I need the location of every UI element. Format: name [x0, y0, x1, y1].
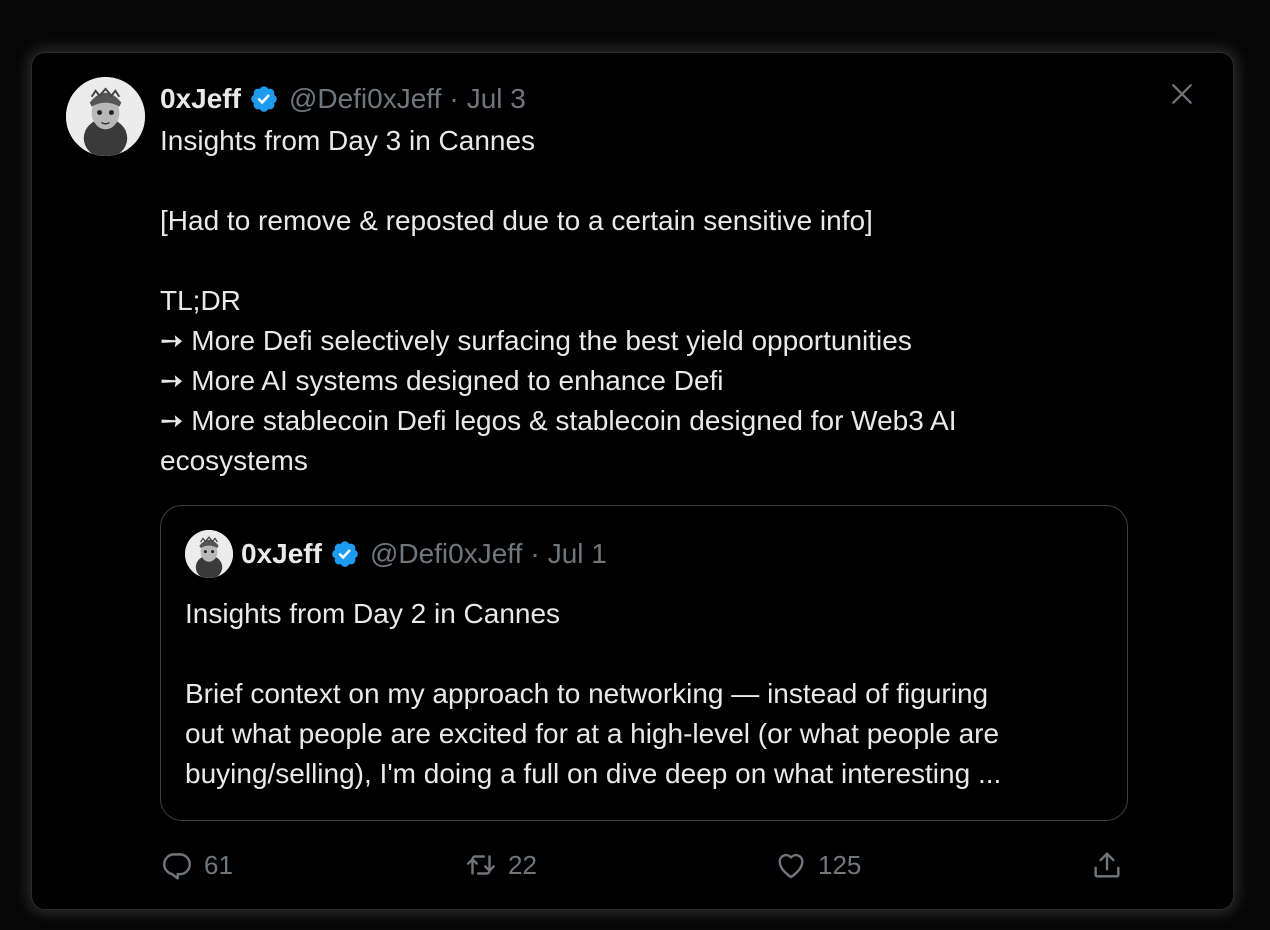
quoted-author-handle: @Defi0xJeff: [369, 538, 523, 569]
quoted-line: Insights from Day 2 in Cannes: [185, 598, 561, 629]
avatar-image: [66, 77, 145, 156]
tweet-line: ➙ More stablecoin Defi legos & stablecoi…: [160, 405, 957, 436]
tweet-line: ecosystems: [160, 445, 308, 476]
tweet-line: [Had to remove & reposted due to a certa…: [160, 205, 873, 236]
tweet-line: TL;DR: [160, 285, 241, 316]
reply-count: 61: [204, 849, 233, 880]
avatar[interactable]: [66, 77, 145, 156]
tweet-text: Insights from Day 3 in Cannes [Had to re…: [160, 121, 1170, 481]
author-name[interactable]: 0xJeff: [160, 79, 241, 119]
tweet-date[interactable]: Jul 3: [467, 79, 526, 119]
quoted-avatar: [185, 530, 233, 578]
share-button[interactable]: [1090, 843, 1124, 887]
like-count: 125: [818, 849, 862, 880]
quoted-tweet[interactable]: 0xJeff @Defi0xJeff · Jul 1 Insights from…: [160, 505, 1128, 821]
tweet-line: Insights from Day 3 in Cannes: [160, 125, 536, 156]
heart-icon: [778, 853, 804, 879]
separator-dot: ·: [449, 83, 459, 114]
author-handle[interactable]: @Defi0xJeff: [289, 79, 441, 119]
repost-button[interactable]: 22: [464, 843, 537, 887]
close-icon[interactable]: [1167, 79, 1197, 109]
quoted-author-name: 0xJeff: [241, 538, 322, 569]
separator-dot: ·: [530, 538, 540, 569]
verified-badge-icon: [330, 539, 360, 569]
tweet-line: ➙ More Defi selectively surfacing the be…: [160, 325, 912, 356]
tweet-header: 0xJeff @Defi0xJeff · Jul 3: [160, 79, 526, 119]
like-button[interactable]: 125: [774, 843, 861, 887]
quoted-line: out what people are excited for at a hig…: [185, 718, 1000, 749]
reply-button[interactable]: 61: [160, 843, 233, 887]
repost-count: 22: [508, 849, 537, 880]
verified-badge-icon: [249, 84, 279, 114]
quoted-line: buying/selling), I'm doing a full on div…: [185, 758, 1002, 789]
quoted-line: Brief context on my approach to networki…: [185, 678, 989, 709]
repost-icon: [467, 855, 495, 875]
tweet-card: 0xJeff @Defi0xJeff · Jul 3 Insights from…: [31, 52, 1234, 910]
action-bar: 61 22 125: [160, 843, 1128, 887]
reply-icon: [162, 853, 191, 880]
tweet-line: ➙ More AI systems designed to enhance De…: [160, 365, 724, 396]
quoted-avatar-image: [185, 530, 233, 578]
quoted-tweet-date: Jul 1: [547, 538, 607, 569]
quoted-tweet-text: Insights from Day 2 in Cannes Brief cont…: [185, 594, 1105, 794]
quoted-header: 0xJeff @Defi0xJeff · Jul 1: [241, 534, 607, 574]
share-icon: [1094, 852, 1120, 878]
